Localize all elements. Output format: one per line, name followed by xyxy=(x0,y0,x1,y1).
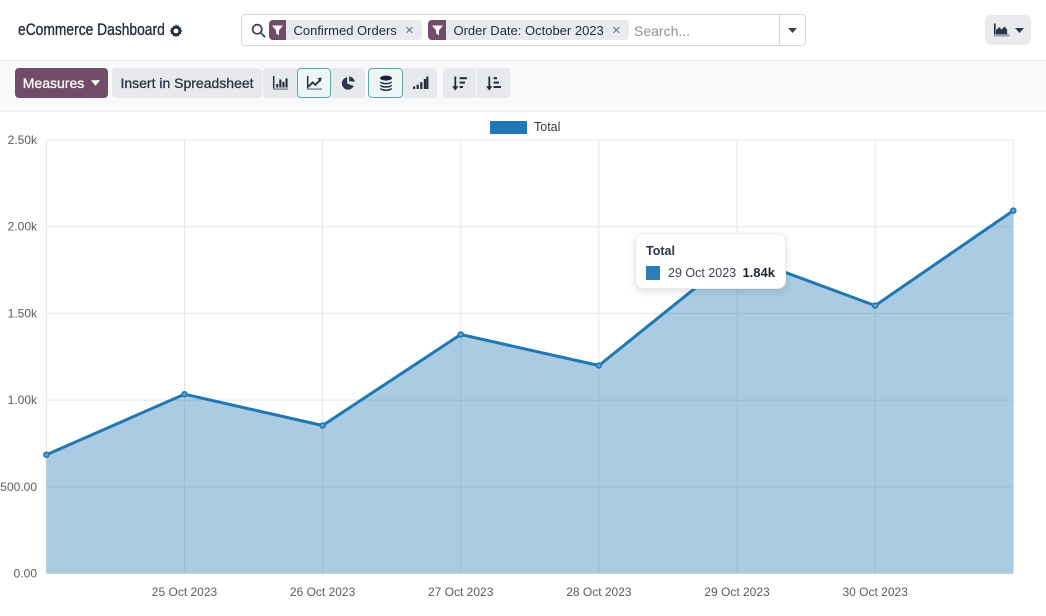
svg-text:25 Oct 2023: 25 Oct 2023 xyxy=(152,585,218,599)
svg-text:28 Oct 2023: 28 Oct 2023 xyxy=(566,585,632,599)
svg-text:500.00: 500.00 xyxy=(0,480,37,494)
svg-text:1.00k: 1.00k xyxy=(8,393,38,407)
svg-text:1.50k: 1.50k xyxy=(8,306,38,320)
svg-text:0.00: 0.00 xyxy=(14,567,38,581)
svg-text:30 Oct 2023: 30 Oct 2023 xyxy=(843,585,909,599)
svg-text:27 Oct 2023: 27 Oct 2023 xyxy=(428,585,494,599)
svg-text:2.50k: 2.50k xyxy=(8,133,38,147)
svg-text:2.00k: 2.00k xyxy=(8,220,38,234)
svg-text:26 Oct 2023: 26 Oct 2023 xyxy=(290,585,356,599)
svg-text:29 Oct 2023: 29 Oct 2023 xyxy=(704,585,770,599)
